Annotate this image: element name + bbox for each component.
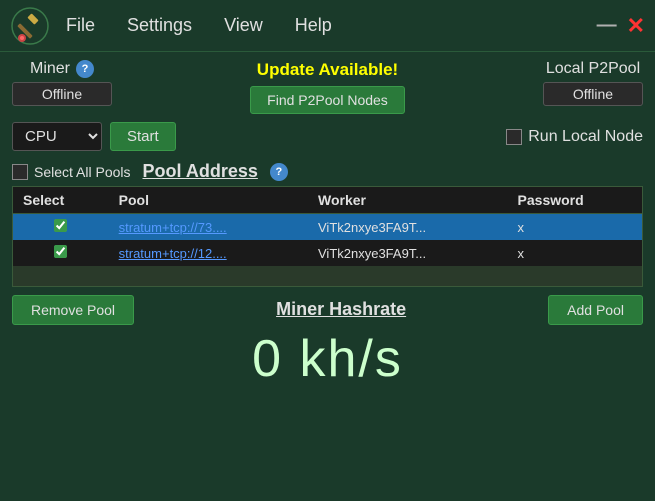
app-logo bbox=[10, 6, 50, 46]
miner-help-icon[interactable]: ? bbox=[76, 60, 94, 78]
menu-view[interactable]: View bbox=[218, 11, 269, 40]
table-row[interactable]: stratum+tcp://73.... ViTk2nxye3FA9T... x bbox=[13, 214, 643, 241]
p2pool-section: Local P2Pool Offline bbox=[543, 60, 643, 106]
table-empty-row bbox=[13, 266, 643, 286]
pool-table: Select Pool Worker Password stratum+tcp:… bbox=[12, 186, 643, 287]
p2pool-title: Local P2Pool bbox=[546, 60, 640, 78]
menu-file[interactable]: File bbox=[60, 11, 101, 40]
miner-title: Miner bbox=[30, 60, 70, 78]
row2-pool-link[interactable]: stratum+tcp://12.... bbox=[119, 246, 227, 261]
menu-bar: File Settings View Help bbox=[60, 11, 597, 40]
minimize-button[interactable]: — bbox=[597, 14, 617, 37]
select-all-checkbox[interactable] bbox=[12, 164, 28, 180]
miner-section: Miner ? Offline bbox=[12, 60, 112, 106]
menu-settings[interactable]: Settings bbox=[121, 11, 198, 40]
col-password: Password bbox=[508, 187, 643, 214]
pool-header: Select All Pools Pool Address ? bbox=[12, 161, 643, 182]
menu-help[interactable]: Help bbox=[289, 11, 338, 40]
title-bar: File Settings View Help — ✕ bbox=[0, 0, 655, 52]
row1-worker: ViTk2nxye3FA9T... bbox=[308, 214, 508, 241]
row1-pool-link[interactable]: stratum+tcp://73.... bbox=[119, 220, 227, 235]
hashrate-section: Miner Hashrate bbox=[276, 299, 406, 320]
start-button[interactable]: Start bbox=[110, 122, 176, 151]
table-row[interactable]: stratum+tcp://12.... ViTk2nxye3FA9T... x bbox=[13, 240, 643, 266]
add-pool-button[interactable]: Add Pool bbox=[548, 295, 643, 325]
select-all-label[interactable]: Select All Pools bbox=[12, 164, 131, 180]
run-local-checkbox[interactable] bbox=[506, 129, 522, 145]
select-all-text: Select All Pools bbox=[34, 164, 131, 180]
miner-label: Miner ? bbox=[30, 60, 94, 78]
col-select: Select bbox=[13, 187, 109, 214]
p2pool-label: Local P2Pool bbox=[546, 60, 640, 78]
row2-pool[interactable]: stratum+tcp://12.... bbox=[109, 240, 308, 266]
p2pool-status: Offline bbox=[543, 82, 643, 106]
row1-pool[interactable]: stratum+tcp://73.... bbox=[109, 214, 308, 241]
run-local-section: Run Local Node bbox=[506, 128, 643, 146]
close-button[interactable]: ✕ bbox=[627, 13, 645, 39]
miner-status: Offline bbox=[12, 82, 112, 106]
main-content: Miner ? Offline Update Available! Find P… bbox=[0, 52, 655, 397]
window-controls: — ✕ bbox=[597, 13, 645, 39]
hashrate-title: Miner Hashrate bbox=[276, 299, 406, 320]
row2-checkbox[interactable] bbox=[54, 245, 67, 258]
update-section: Update Available! Find P2Pool Nodes bbox=[250, 60, 405, 114]
row1-select[interactable] bbox=[13, 214, 109, 241]
pool-section: Select All Pools Pool Address ? Select P… bbox=[12, 161, 643, 287]
top-section: Miner ? Offline Update Available! Find P… bbox=[12, 60, 643, 114]
pool-address-title: Pool Address bbox=[143, 161, 258, 182]
row1-password: x bbox=[508, 214, 643, 241]
run-local-label: Run Local Node bbox=[528, 128, 643, 146]
row2-select[interactable] bbox=[13, 240, 109, 266]
remove-pool-button[interactable]: Remove Pool bbox=[12, 295, 134, 325]
update-available-text: Update Available! bbox=[257, 60, 398, 80]
row2-password: x bbox=[508, 240, 643, 266]
find-nodes-button[interactable]: Find P2Pool Nodes bbox=[250, 86, 405, 114]
pool-help-icon[interactable]: ? bbox=[270, 163, 288, 181]
col-worker: Worker bbox=[308, 187, 508, 214]
col-pool: Pool bbox=[109, 187, 308, 214]
cpu-select[interactable]: CPU CPU+GPU GPU bbox=[12, 122, 102, 151]
hashrate-value: 0 kh/s bbox=[12, 329, 643, 389]
row2-worker: ViTk2nxye3FA9T... bbox=[308, 240, 508, 266]
controls-row: CPU CPU+GPU GPU Start Run Local Node bbox=[12, 122, 643, 151]
bottom-row: Remove Pool Miner Hashrate Add Pool bbox=[12, 295, 643, 325]
row1-checkbox[interactable] bbox=[54, 219, 67, 232]
